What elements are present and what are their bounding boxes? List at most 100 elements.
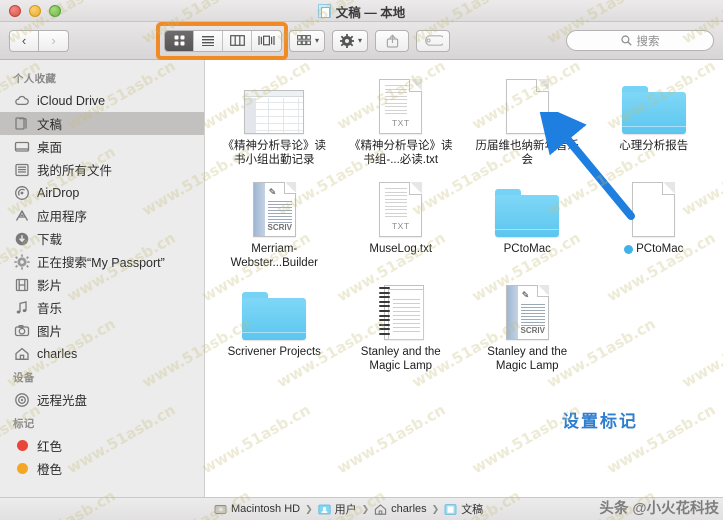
arrange-icon [297, 35, 311, 46]
icon-view-button[interactable] [165, 30, 194, 51]
downloads-icon [14, 231, 30, 247]
arrange-button[interactable]: ▾ [289, 29, 326, 52]
sidebar-item-label: 红色 [37, 440, 63, 454]
folder-icon [242, 292, 307, 340]
sidebar-item-远程光盘[interactable]: 远程光盘 [0, 388, 204, 411]
share-button[interactable] [375, 29, 410, 52]
sidebar-item-橙色[interactable]: 橙色 [0, 457, 204, 480]
view-mode-group [156, 21, 288, 60]
file-item[interactable]: Scrivener Projects [211, 278, 338, 373]
sidebar-item-label: AirDrop [37, 185, 80, 200]
file-label: 历届维也纳新年音乐会 [473, 139, 581, 167]
file-item[interactable]: PCtoMac [464, 175, 591, 270]
sidebar-item-charles[interactable]: charles [0, 342, 204, 365]
file-item[interactable]: 历届维也纳新年音乐会 [464, 72, 591, 167]
sidebar-item-桌面[interactable]: 桌面 [0, 135, 204, 158]
file-label: 心理分析报告 [619, 139, 688, 153]
close-button[interactable] [9, 4, 21, 17]
file-item[interactable]: ✎ SCRIV Stanley and the Magic Lamp [464, 278, 591, 373]
file-item[interactable]: 心理分析报告 [591, 72, 718, 167]
file-item[interactable]: Stanley and the Magic Lamp [338, 278, 465, 373]
sidebar-item-下载[interactable]: 下载 [0, 227, 204, 250]
grid-icon [174, 35, 184, 46]
sidebar-item-我的所有文件[interactable]: 我的所有文件 [0, 158, 204, 181]
edit-tags-button[interactable] [416, 29, 451, 52]
file-item[interactable]: PCtoMac [591, 175, 718, 270]
forward-button[interactable]: › [39, 29, 69, 52]
file-label: Scrivener Projects [228, 345, 321, 359]
breadcrumb-label: Macintosh HD [231, 503, 301, 515]
file-thumbnail: TXT [379, 72, 423, 134]
hard-disk-icon [214, 503, 227, 516]
breadcrumb-item[interactable]: Macintosh HD [214, 503, 300, 516]
back-button[interactable]: ‹ [9, 29, 39, 52]
file-item[interactable]: 《精神分析导论》读书小组出勤记录 [211, 72, 338, 167]
maximize-button[interactable] [49, 4, 61, 17]
share-icon [386, 33, 398, 48]
file-thumbnail [505, 72, 549, 134]
sidebar-item-文稿[interactable]: 文稿 [0, 112, 204, 135]
sidebar-section-header: 设备 [13, 372, 35, 384]
file-label: Merriam-Webster...Builder [220, 242, 328, 270]
breadcrumb-item[interactable]: 用户 [318, 501, 357, 517]
file-thumbnail [621, 72, 686, 134]
corner-watermark: 头条 @小火花科技 [599, 501, 719, 517]
breadcrumb-item[interactable]: charles [374, 503, 427, 516]
file-item[interactable]: TXT MuseLog.txt [338, 175, 465, 270]
sidebar-item-label: 图片 [37, 325, 63, 339]
tag-dot-icon [14, 438, 30, 454]
tag-icon [425, 35, 444, 46]
sidebar-item-正在搜索-my-passport-[interactable]: 正在搜索“My Passport” [0, 250, 204, 273]
file-label: PCtoMac [624, 242, 683, 256]
documents-icon [14, 116, 30, 132]
sidebar-item-label: 正在搜索“My Passport” [37, 256, 165, 270]
remote-disc-icon [14, 392, 30, 408]
chevron-down-icon: ▾ [315, 36, 320, 45]
list-icon [202, 36, 214, 46]
sidebar-item-label: 音乐 [37, 302, 63, 316]
file-item[interactable]: TXT 《精神分析导论》读书组-...必读.txt [338, 72, 465, 167]
folder-icon [495, 189, 560, 237]
minimize-button[interactable] [29, 4, 41, 17]
sidebar-item-label: charles [37, 346, 78, 361]
file-name: PCtoMac [503, 243, 551, 255]
list-view-button[interactable] [194, 30, 223, 51]
sidebar-item-图片[interactable]: 图片 [0, 319, 204, 342]
sidebar-item-影片[interactable]: 影片 [0, 273, 204, 296]
breadcrumb-separator: ❯ [361, 503, 370, 514]
action-menu-button[interactable]: ▾ [332, 29, 369, 52]
file-name: 《精神分析导论》读书小组出勤记录 [222, 140, 327, 166]
file-browser: 《精神分析导论》读书小组出勤记录 TXT 《精神分析导论》读书组-...必读.txt… [205, 60, 723, 497]
file-thumbnail [378, 278, 424, 340]
file-item[interactable]: ✎ SCRIV Merriam-Webster...Builder [211, 175, 338, 270]
sidebar-item-红色[interactable]: 红色 [0, 434, 204, 457]
file-thumbnail [244, 72, 305, 134]
blank-document-icon [505, 79, 549, 134]
file-grid: 《精神分析导论》读书小组出勤记录 TXT 《精神分析导论》读书组-...必读.txt… [205, 60, 723, 373]
finder-window: 文稿 — 本地 ‹ › ▾ ▾ 搜索 个人收藏 iCloud Drive 文稿 … [0, 0, 723, 520]
breadcrumb-item[interactable]: 文稿 [444, 501, 483, 517]
column-view-button[interactable] [223, 30, 252, 51]
sidebar-item-应用程序[interactable]: 应用程序 [0, 204, 204, 227]
sidebar-item-音乐[interactable]: 音乐 [0, 296, 204, 319]
title-bar: 文稿 — 本地 [0, 0, 723, 22]
columns-icon [229, 35, 245, 46]
sidebar-item-label: 下载 [37, 233, 63, 247]
sidebar-item-airdrop[interactable]: AirDrop [0, 181, 204, 204]
users-folder-icon [318, 503, 331, 516]
file-name: Stanley and the Magic Lamp [360, 346, 441, 372]
sidebar-item-icloud-drive[interactable]: iCloud Drive [0, 89, 204, 112]
file-label: 《精神分析导论》读书组-...必读.txt [347, 139, 455, 167]
chevron-right-icon: › [51, 33, 56, 48]
annotation-label: 设置标记 [562, 412, 638, 431]
scrivener-file-icon: ✎ SCRIV [252, 182, 296, 237]
sidebar-section-header: 标记 [13, 418, 35, 430]
file-label: MuseLog.txt [369, 242, 432, 256]
gear-icon [340, 33, 355, 48]
text-file-icon: TXT [379, 79, 423, 134]
coverflow-view-button[interactable] [252, 31, 281, 51]
documents-folder-icon [317, 4, 331, 18]
search-input[interactable]: 搜索 [566, 30, 714, 51]
toolbar: ‹ › ▾ ▾ 搜索 [0, 21, 723, 60]
file-name: MuseLog.txt [369, 243, 433, 255]
